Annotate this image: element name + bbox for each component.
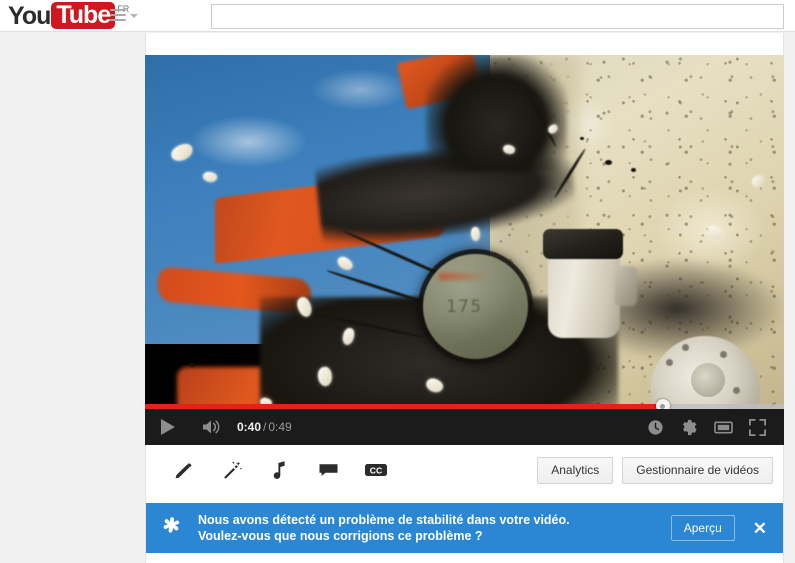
video-brake-reservoir [547,246,620,339]
video-hub-bolt [732,386,740,394]
hamburger-line [110,14,126,16]
settings-gear-icon[interactable] [672,409,706,445]
video-hub-bolt [665,359,673,367]
masthead: You Tube FR [0,0,795,32]
stability-notification-banner: Nous avons détecté un problème de stabil… [146,503,783,553]
video-dark-fleck [579,136,584,140]
time-display: 0:40/0:49 [237,420,292,434]
video-dark-frame [426,55,567,172]
logo-you-text: You [8,2,51,30]
video-edit-toolbar: CC Analytics Gestionnaire de vidéos [146,446,783,494]
fullscreen-icon[interactable] [740,409,774,445]
banner-message-line1: Nous avons détecté un problème de stabil… [198,513,570,527]
duration-time: 0:49 [268,420,292,434]
edit-action-buttons: Analytics Gestionnaire de vidéos [537,456,783,484]
chevron-down-icon[interactable] [130,14,138,18]
video-reservoir-cap [543,228,624,259]
hamburger-line [110,9,126,11]
logo-tube-text: Tube [51,2,116,29]
edit-icon-group: CC [146,450,400,490]
edit-pencil-icon[interactable] [160,450,208,490]
video-player[interactable]: 175 0:40 / 0:49 [145,55,784,445]
video-speedometer-band [438,273,491,281]
audio-note-icon[interactable] [256,450,304,490]
search-input[interactable] [211,4,784,29]
current-time: 0:40 [237,420,262,434]
preview-button[interactable]: Aperçu [670,515,735,541]
video-reservoir-side [614,265,637,306]
time-separator: / [263,420,267,434]
volume-icon[interactable] [191,409,233,445]
svg-text:CC: CC [370,465,382,475]
player-control-bar: 0:40/0:49 [145,409,784,445]
video-dark-fleck [189,363,194,368]
hamburger-line [110,19,126,21]
banner-message: Nous avons détecté un problème de stabil… [198,512,570,544]
play-icon[interactable] [145,409,191,445]
video-dark-fleck [630,168,636,173]
captions-cc-icon[interactable]: CC [352,450,400,490]
video-frame: 175 [145,55,784,445]
player-right-controls [638,409,784,445]
video-manager-button[interactable]: Gestionnaire de vidéos [622,456,773,484]
banner-message-line2: Voulez-vous que nous corrigions ce probl… [198,529,483,543]
video-hub-bolt [681,343,689,351]
magic-wand-icon[interactable] [208,450,256,490]
sparkle-star-icon [146,515,198,541]
theater-mode-icon[interactable] [706,409,740,445]
analytics-button[interactable]: Analytics [537,456,614,484]
video-speedometer-digits: 175 [446,296,483,317]
annotations-icon[interactable] [304,450,352,490]
hamburger-menu-icon[interactable] [110,9,126,22]
watch-later-icon[interactable] [638,409,672,445]
close-icon[interactable]: ✕ [749,518,771,539]
banner-action-group: Aperçu ✕ [670,515,783,541]
